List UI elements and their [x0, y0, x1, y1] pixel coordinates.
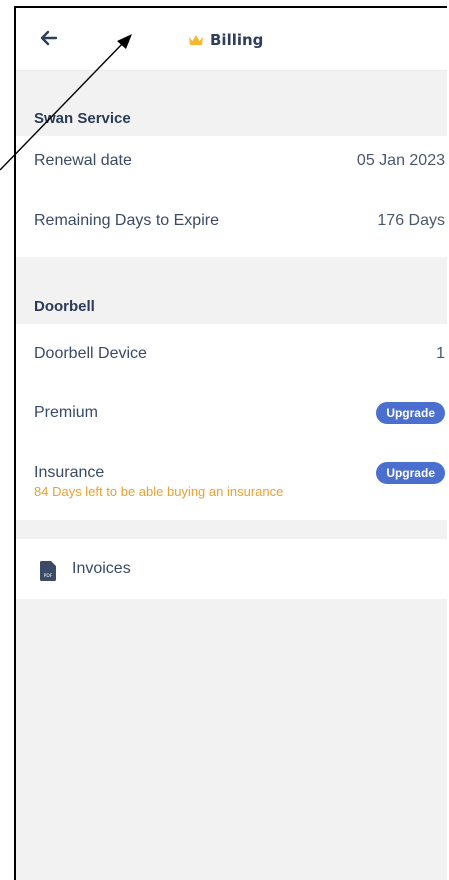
remaining-days-label: Remaining Days to Expire [34, 212, 219, 229]
renewal-date-value: 05 Jan 2023 [356, 152, 445, 169]
remaining-days-row: Remaining Days to Expire 176 Days [16, 212, 447, 252]
premium-label: Premium [34, 404, 99, 421]
arrow-left-icon[interactable] [36, 25, 62, 51]
section-header-swan-service: Swan Service [16, 102, 447, 132]
section-header-doorbell: Doorbell [16, 290, 447, 320]
page-title-text: Billing [210, 31, 264, 49]
insurance-row: Insurance Upgrade 84 Days left to be abl… [16, 462, 447, 514]
doorbell-card: Doorbell Device 1 Premium Upgrade Insura… [16, 324, 447, 520]
invoices-label: Invoices [72, 560, 131, 577]
top-bar: Billing [16, 8, 447, 71]
premium-upgrade-button[interactable]: Upgrade [376, 402, 445, 424]
swan-service-card: Renewal date 05 Jan 2023 Remaining Days … [16, 136, 447, 257]
billing-screen: Billing Swan Service Renewal date 05 Jan… [14, 6, 447, 880]
doorbell-device-row: Doorbell Device 1 [16, 345, 447, 385]
renewal-date-label: Renewal date [34, 152, 132, 169]
page-title: Billing [188, 28, 263, 52]
insurance-warning-text: 84 Days left to be able buying an insura… [34, 484, 284, 499]
remaining-days-value: 176 Days [377, 212, 445, 229]
invoices-row[interactable]: PDF Invoices [16, 539, 447, 599]
crown-icon [189, 35, 203, 45]
pdf-icon-text: PDF [44, 573, 53, 579]
pdf-file-icon: PDF [40, 561, 56, 581]
insurance-upgrade-button[interactable]: Upgrade [376, 462, 445, 484]
doorbell-device-value: 1 [436, 345, 445, 362]
premium-row: Premium Upgrade [16, 402, 447, 444]
insurance-label: Insurance [34, 464, 105, 481]
doorbell-device-label: Doorbell Device [34, 345, 147, 362]
renewal-date-row: Renewal date 05 Jan 2023 [16, 152, 447, 192]
